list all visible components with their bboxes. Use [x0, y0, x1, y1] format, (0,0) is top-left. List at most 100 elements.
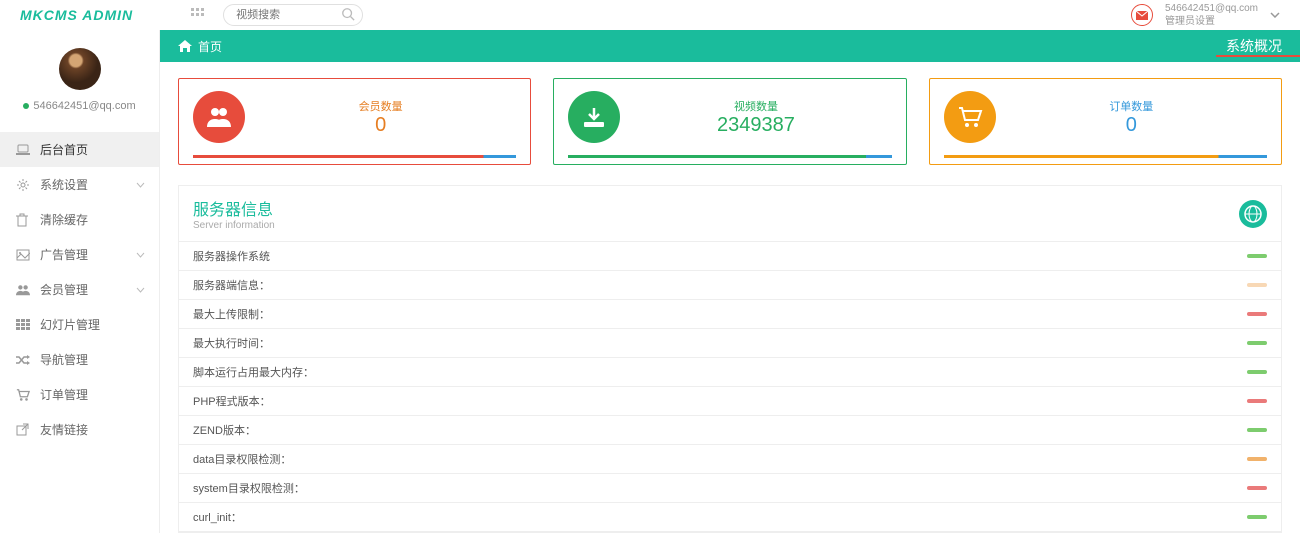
download-icon: [568, 91, 620, 143]
main: 首页 系统概况 会员数量0视频数量2349387订单数量0 服务器信息 Serv…: [160, 30, 1300, 533]
panel-header: 服务器信息 Server information: [179, 186, 1281, 242]
status-badge: [1247, 486, 1267, 490]
sidebar-item-label: 清除缓存: [40, 211, 88, 228]
search-box: [223, 4, 363, 26]
trash-icon: [16, 213, 30, 227]
sidebar-item-label: 广告管理: [40, 246, 88, 263]
user-email-top: 546642451@qq.com: [1165, 2, 1258, 15]
laptop-icon: [16, 144, 30, 156]
home-icon[interactable]: [178, 40, 192, 52]
status-badge: [1247, 428, 1267, 432]
breadcrumb-current: 系统概况: [1226, 36, 1282, 56]
panel-title: 服务器信息: [193, 196, 275, 220]
th-icon: [16, 319, 30, 331]
image-icon: [16, 249, 30, 261]
sidebar: 546642451@qq.com 后台首页系统设置清除缓存广告管理会员管理幻灯片…: [0, 30, 160, 533]
brand-logo: MKCMS ADMIN: [20, 7, 133, 23]
topbar: MKCMS ADMIN 546642451@qq.com 管理员设置: [0, 0, 1300, 30]
sidebar-item-label: 系统设置: [40, 176, 88, 193]
chevron-down-icon[interactable]: [1270, 12, 1280, 18]
sidebar-menu: 后台首页系统设置清除缓存广告管理会员管理幻灯片管理导航管理订单管理友情链接: [0, 132, 159, 447]
cart-icon: [944, 91, 996, 143]
stat-card[interactable]: 订单数量0: [929, 78, 1282, 165]
status-badge: [1247, 515, 1267, 519]
apps-icon[interactable]: [191, 8, 205, 22]
server-info-row: 最大上传限制：: [179, 300, 1281, 329]
info-label: system目录权限检测：: [193, 480, 1247, 496]
server-info-row: 脚本运行占用最大内存：: [179, 358, 1281, 387]
status-badge: [1247, 283, 1267, 287]
server-info-row: 服务器操作系统: [179, 242, 1281, 271]
sidebar-item[interactable]: 订单管理: [0, 377, 159, 412]
user-email-side: 546642451@qq.com: [0, 100, 159, 112]
avatar[interactable]: [59, 48, 101, 90]
status-dot-icon: [23, 103, 29, 109]
sidebar-item-label: 友情链接: [40, 421, 88, 438]
card-progress: [568, 155, 891, 158]
sidebar-item[interactable]: 友情链接: [0, 412, 159, 447]
server-info-row: PHP程式版本：: [179, 387, 1281, 416]
info-label: 服务器操作系统: [193, 248, 1247, 264]
stat-card[interactable]: 会员数量0: [178, 78, 531, 165]
status-badge: [1247, 312, 1267, 316]
info-label: ZEND版本：: [193, 422, 1247, 438]
card-label: 视频数量: [620, 98, 891, 114]
stat-card[interactable]: 视频数量2349387: [553, 78, 906, 165]
search-icon[interactable]: [341, 7, 355, 21]
sidebar-item[interactable]: 广告管理: [0, 237, 159, 272]
info-label: 最大执行时间：: [193, 335, 1247, 351]
globe-icon: [1239, 200, 1267, 228]
profile: 546642451@qq.com: [0, 30, 159, 122]
user-meta[interactable]: 546642451@qq.com 管理员设置: [1165, 2, 1258, 28]
cart-icon: [16, 388, 30, 402]
server-info-row: system目录权限检测：: [179, 474, 1281, 503]
info-label: curl_init：: [193, 509, 1247, 525]
status-badge: [1247, 399, 1267, 403]
sidebar-item[interactable]: 会员管理: [0, 272, 159, 307]
status-badge: [1247, 457, 1267, 461]
sidebar-item-label: 订单管理: [40, 386, 88, 403]
cog-icon: [16, 178, 30, 192]
sidebar-item[interactable]: 导航管理: [0, 342, 159, 377]
mail-icon[interactable]: [1131, 4, 1153, 26]
card-label: 会员数量: [245, 98, 516, 114]
sidebar-item-label: 后台首页: [40, 141, 88, 158]
users-icon: [193, 91, 245, 143]
card-value: 0: [245, 114, 516, 137]
sidebar-item-label: 幻灯片管理: [40, 316, 100, 333]
server-info-row: 最大执行时间：: [179, 329, 1281, 358]
info-label: 服务器端信息：: [193, 277, 1247, 293]
server-info-row: data目录权限检测：: [179, 445, 1281, 474]
breadcrumb-home[interactable]: 首页: [198, 38, 222, 55]
sidebar-item[interactable]: 清除缓存: [0, 202, 159, 237]
external-icon: [16, 423, 30, 436]
users-icon: [16, 283, 30, 297]
sidebar-item[interactable]: 后台首页: [0, 132, 159, 167]
status-badge: [1247, 341, 1267, 345]
card-value: 0: [996, 114, 1267, 137]
server-rows: 服务器操作系统服务器端信息： 最大上传限制： 最大执行时间： 脚本运行占用最大内存： P…: [179, 242, 1281, 532]
card-value: 2349387: [620, 114, 891, 137]
status-badge: [1247, 254, 1267, 258]
sidebar-item-label: 导航管理: [40, 351, 88, 368]
status-badge: [1247, 370, 1267, 374]
user-role: 管理员设置: [1165, 15, 1258, 28]
card-progress: [944, 155, 1267, 158]
random-icon: [16, 354, 30, 366]
sidebar-item-label: 会员管理: [40, 281, 88, 298]
server-info-row: ZEND版本：: [179, 416, 1281, 445]
server-info-panel: 服务器信息 Server information 服务器操作系统服务器端信息： 最…: [178, 185, 1282, 533]
breadcrumb: 首页 系统概况: [160, 30, 1300, 62]
info-label: 最大上传限制：: [193, 306, 1247, 322]
card-progress: [193, 155, 516, 158]
card-label: 订单数量: [996, 98, 1267, 114]
sidebar-item[interactable]: 系统设置: [0, 167, 159, 202]
chevron-down-icon: [136, 287, 145, 293]
sidebar-item[interactable]: 幻灯片管理: [0, 307, 159, 342]
server-info-row: 服务器端信息：: [179, 271, 1281, 300]
chevron-down-icon: [136, 252, 145, 258]
panel-subtitle: Server information: [193, 220, 275, 231]
info-label: 脚本运行占用最大内存：: [193, 364, 1247, 380]
info-label: data目录权限检测：: [193, 451, 1247, 467]
chevron-down-icon: [136, 182, 145, 188]
